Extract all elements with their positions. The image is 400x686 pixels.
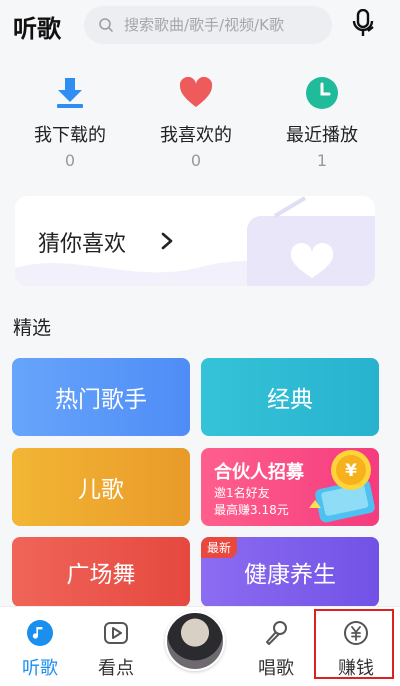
header: 听歌 [0, 0, 400, 50]
my-favorites-count: 0 [190, 151, 202, 170]
page-title: 听歌 [13, 15, 61, 43]
tab-watch[interactable]: 看点 [76, 607, 156, 686]
search-input[interactable] [124, 16, 324, 34]
square-dance-card[interactable]: 广场舞 [12, 537, 190, 607]
recent-played-label: 最近播放 [286, 125, 358, 146]
health-card[interactable]: 最新 健康养生 [201, 537, 379, 607]
chevron-right-icon [161, 232, 173, 250]
clock-icon [306, 77, 338, 109]
recent-played-button[interactable]: 最近播放 1 [262, 75, 382, 170]
my-downloads-count: 0 [64, 151, 76, 170]
avatar[interactable] [165, 611, 225, 671]
kids-songs-card[interactable]: 儿歌 [12, 448, 190, 526]
partner-recruit-card[interactable]: ¥ 合伙人招募 邀1名好友 最高赚3.18元 [201, 448, 379, 526]
partner-recruit-title: 合伙人招募 [214, 462, 304, 483]
section-title: 精选 [13, 317, 52, 339]
svg-text:¥: ¥ [345, 461, 357, 481]
microphone-icon [266, 621, 287, 645]
guess-you-like-card[interactable]: 猜你喜欢 [15, 196, 375, 286]
hot-singers-label: 热门歌手 [55, 387, 147, 413]
hot-singers-card[interactable]: 热门歌手 [12, 358, 190, 436]
tab-sing-label: 唱歌 [258, 658, 294, 679]
my-favorites-button[interactable]: 我喜欢的 0 [136, 75, 256, 170]
health-label: 健康养生 [244, 562, 336, 588]
music-note-icon [27, 620, 53, 646]
heart-icon [179, 76, 213, 107]
my-downloads-label: 我下载的 [34, 125, 106, 146]
kids-songs-label: 儿歌 [78, 477, 124, 503]
tab-watch-label: 看点 [98, 658, 134, 679]
recent-played-count: 1 [316, 151, 328, 170]
voice-search-icon[interactable] [348, 9, 378, 39]
classic-label: 经典 [267, 387, 313, 413]
partner-recruit-subtitle-1: 邀1名好友 [214, 486, 270, 500]
tab-listen-label: 听歌 [22, 658, 58, 679]
search-icon [99, 18, 113, 32]
download-icon [57, 78, 83, 108]
my-favorites-label: 我喜欢的 [160, 125, 232, 146]
tab-sing[interactable]: 唱歌 [236, 607, 316, 686]
guess-you-like-label: 猜你喜欢 [38, 232, 127, 257]
square-dance-label: 广场舞 [66, 562, 136, 588]
coin-phone-illustration: ¥ [309, 450, 375, 523]
tab-listen[interactable]: 听歌 [0, 607, 80, 686]
my-downloads-button[interactable]: 我下载的 0 [10, 75, 130, 170]
search-bar[interactable] [84, 6, 332, 44]
quick-access-row: 我下载的 0 我喜欢的 0 最近播放 1 [0, 75, 400, 175]
new-badge: 最新 [201, 537, 238, 558]
classic-card[interactable]: 经典 [201, 358, 379, 436]
play-icon [104, 622, 128, 644]
highlight-box [314, 609, 394, 679]
partner-recruit-subtitle-2: 最高赚3.18元 [214, 503, 289, 517]
